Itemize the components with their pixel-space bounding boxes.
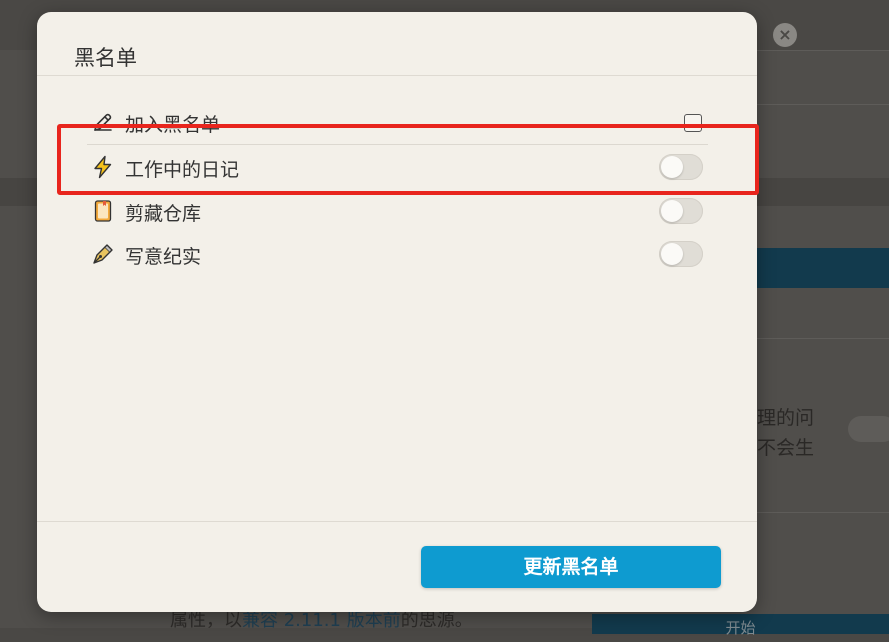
footer-divider	[37, 521, 757, 522]
notebook-label: 写意纪实	[125, 246, 202, 268]
update-blacklist-button[interactable]: 更新黑名单	[421, 546, 721, 588]
background-text-1: 理的问	[757, 407, 815, 429]
divider	[757, 50, 889, 51]
divider	[757, 338, 889, 339]
divider	[757, 104, 889, 105]
notebook-row-writing-notes[interactable]: 写意纪实	[89, 234, 709, 274]
close-icon[interactable]: ×	[773, 23, 797, 47]
background-start-button: 开始	[592, 614, 889, 637]
header-divider	[37, 75, 757, 76]
notebook-toggle-writing-notes[interactable]	[659, 241, 703, 267]
dialog-title: 黑名单	[74, 46, 137, 70]
blacklist-dialog: 黑名单 加入黑名单 工作中的日记 剪藏仓库 写意纪实 更新黑名单	[37, 12, 757, 612]
fountain-pen-icon	[91, 242, 115, 266]
background-text-2: 不会生	[757, 437, 815, 459]
notebook-icon	[91, 199, 115, 223]
highlight-annotation	[57, 124, 759, 195]
divider	[757, 512, 889, 513]
notebook-label: 剪藏仓库	[125, 203, 202, 225]
notebook-toggle-clip-repo[interactable]	[659, 198, 703, 224]
notebook-row-clip-repo[interactable]: 剪藏仓库	[89, 191, 709, 231]
background-toggle	[848, 416, 889, 442]
